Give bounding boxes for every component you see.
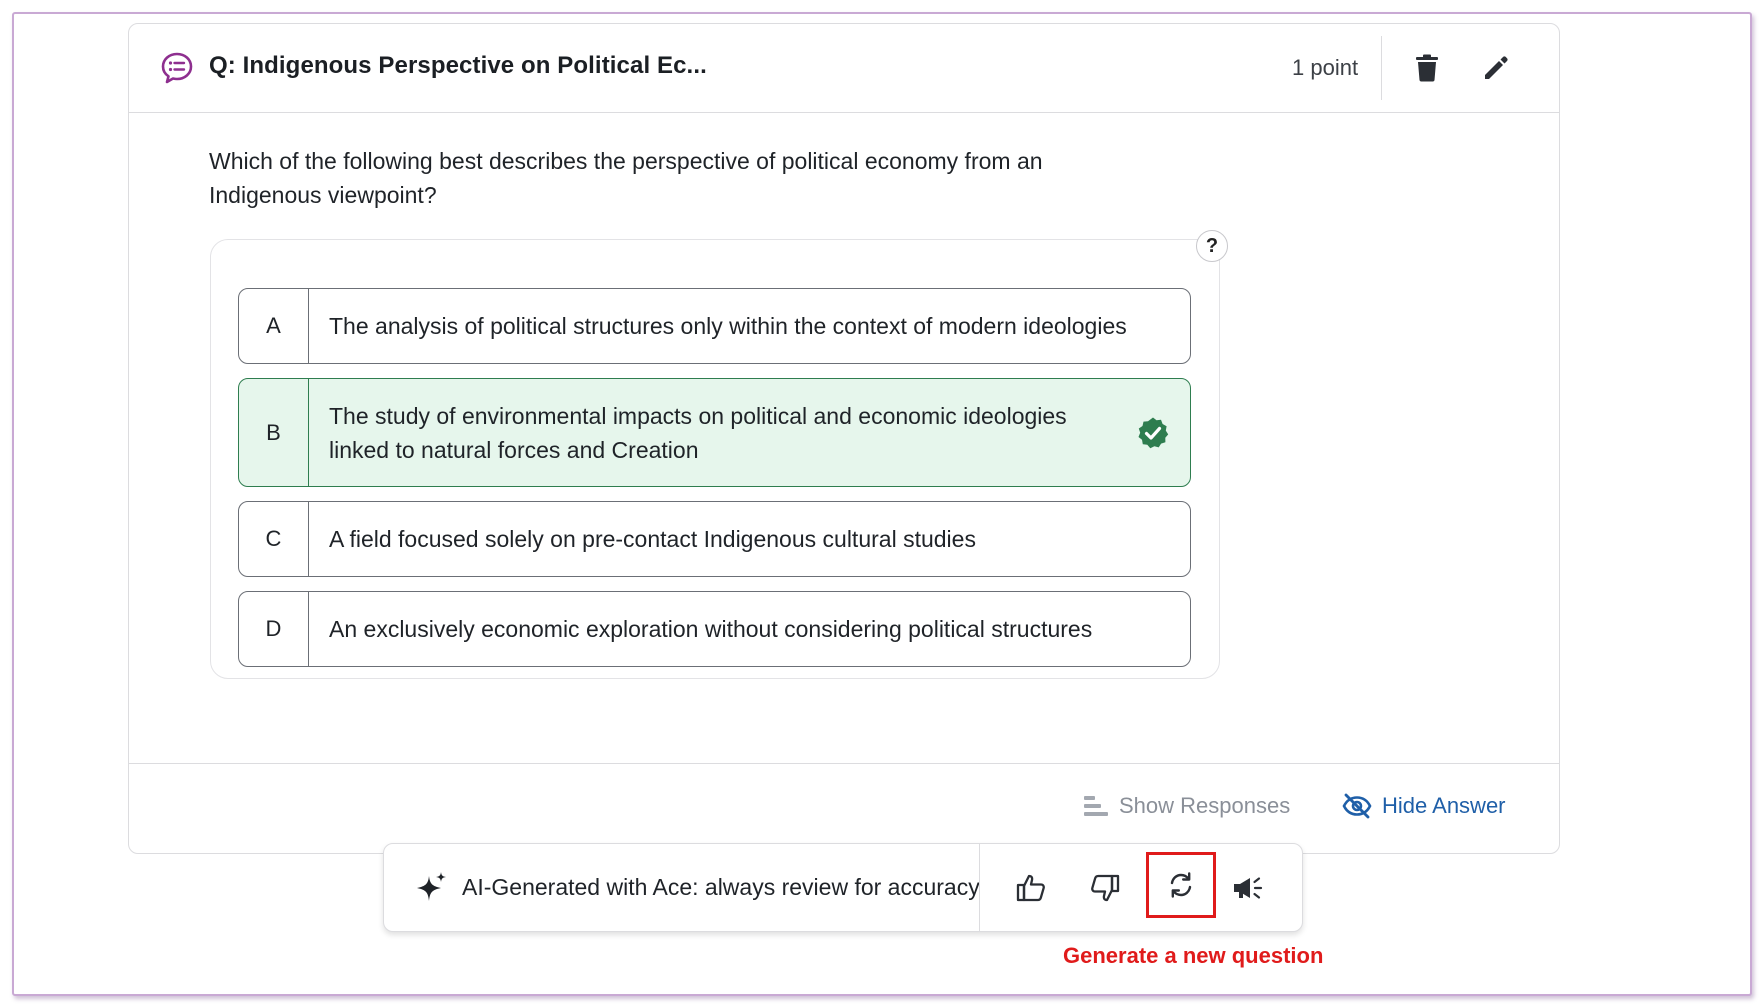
- option-letter: C: [239, 502, 309, 576]
- regenerate-question-button[interactable]: [1146, 852, 1216, 918]
- answer-option-a[interactable]: A The analysis of political structures o…: [238, 288, 1191, 364]
- trash-icon: [1416, 54, 1438, 82]
- answer-option-c[interactable]: C A field focused solely on pre-contact …: [238, 501, 1191, 577]
- delete-button[interactable]: [1409, 50, 1445, 86]
- option-text: The analysis of political structures onl…: [329, 313, 1127, 339]
- question-title: Q: Indigenous Perspective on Political E…: [209, 52, 707, 79]
- regenerate-icon: [1170, 872, 1192, 898]
- option-letter: A: [239, 289, 309, 363]
- footer-divider: [128, 763, 1560, 764]
- edit-button[interactable]: [1478, 50, 1514, 86]
- answer-option-b[interactable]: B The study of environmental impacts on …: [238, 378, 1191, 487]
- option-text: A field focused solely on pre-contact In…: [329, 526, 976, 552]
- check-badge-icon: [1136, 416, 1170, 450]
- thumbs-up-icon: [1016, 874, 1045, 902]
- show-responses-label: Show Responses: [1119, 793, 1291, 818]
- question-header: Q: Indigenous Perspective on Political E…: [129, 24, 1559, 113]
- bar-chart-icon: [1084, 796, 1108, 816]
- sparkle-icon: [414, 870, 450, 906]
- option-text: An exclusively economic exploration with…: [329, 616, 1093, 642]
- ai-disclaimer-text: AI-Generated with Ace: always review for…: [462, 874, 980, 900]
- option-letter: D: [239, 592, 309, 666]
- hide-answer-button[interactable]: Hide Answer: [1342, 793, 1506, 819]
- question-chat-icon: [160, 51, 194, 85]
- pencil-icon: [1485, 56, 1508, 79]
- answer-option-d[interactable]: D An exclusively economic exploration wi…: [238, 591, 1191, 667]
- thumbs-up-button[interactable]: [1007, 864, 1055, 912]
- ai-feedback-bar: AI-Generated with Ace: always review for…: [383, 843, 1303, 932]
- report-button[interactable]: [1224, 864, 1272, 912]
- eye-slash-icon: [1342, 793, 1372, 819]
- help-icon[interactable]: ?: [1196, 230, 1228, 262]
- header-divider: [1381, 36, 1382, 100]
- option-letter: B: [239, 379, 309, 486]
- points-label: 1 point: [1292, 55, 1359, 80]
- question-text: Which of the following best describes th…: [209, 148, 1043, 208]
- annotation-generate-new-question: Generate a new question: [1063, 943, 1324, 968]
- ai-bar-divider: [979, 844, 980, 931]
- option-text: The study of environmental impacts on po…: [329, 402, 1067, 463]
- thumbs-down-button[interactable]: [1081, 864, 1129, 912]
- show-responses-button[interactable]: Show Responses: [1083, 793, 1290, 819]
- thumbs-down-icon: [1091, 874, 1120, 902]
- hide-answer-label: Hide Answer: [1382, 793, 1506, 818]
- megaphone-icon: [1234, 877, 1263, 899]
